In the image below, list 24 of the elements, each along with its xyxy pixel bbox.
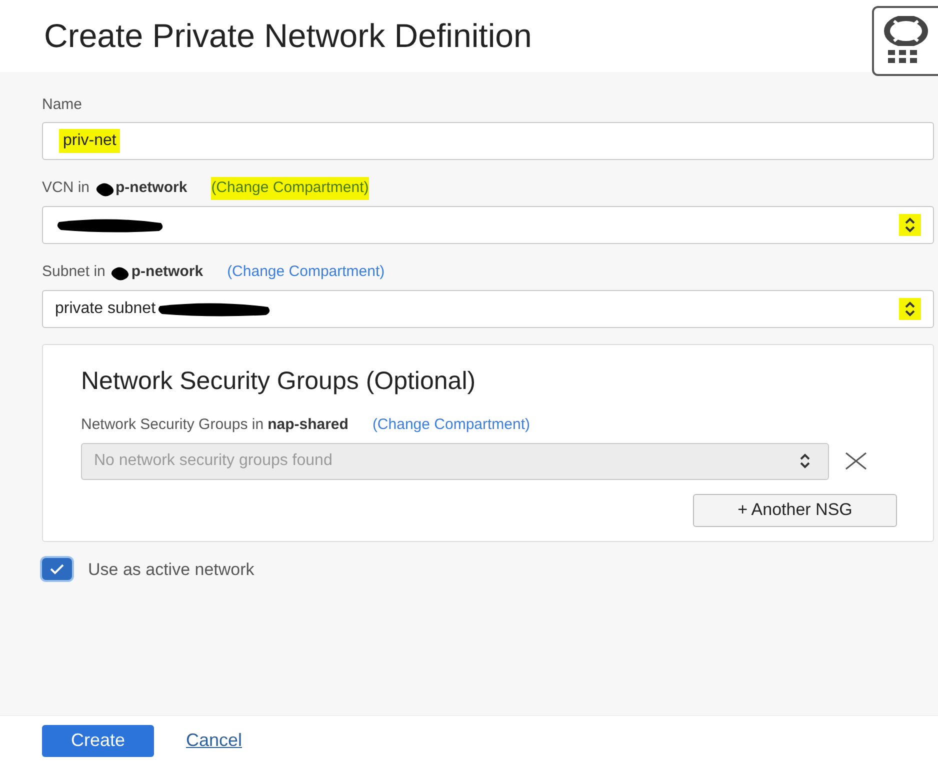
help-button[interactable] (872, 6, 938, 76)
change-compartment-link[interactable]: (Change Compartment) (211, 177, 369, 200)
check-icon (49, 563, 65, 576)
checkbox[interactable] (42, 558, 72, 580)
field-label: Name (42, 95, 84, 115)
field-label: Network Security Groups in (81, 415, 264, 435)
select-field[interactable] (42, 206, 934, 244)
select-field[interactable]: private subnet (42, 290, 934, 328)
create-button[interactable]: Create (42, 724, 154, 756)
cancel-link[interactable]: Cancel (186, 727, 242, 754)
compartment-name: nap-shared (268, 415, 348, 435)
section-title: Network Security Groups (Optional) (81, 366, 477, 396)
lifebuoy-icon (884, 16, 928, 46)
input-value: priv-net (59, 128, 120, 152)
name-input[interactable]: priv-net (42, 122, 934, 160)
compartment-name: p-network (131, 262, 204, 282)
dialog-title: Create Private Network Definition (44, 16, 532, 56)
checkbox-label: Use as active network (88, 558, 254, 580)
select-value: private subnet (55, 298, 156, 318)
change-compartment-link[interactable]: (Change Compartment) (227, 261, 385, 284)
compartment-name: p-network (116, 178, 188, 198)
field-label: Subnet in (42, 262, 106, 282)
select-placeholder: No network security groups found (94, 451, 332, 471)
field-label: VCN in (42, 178, 90, 198)
